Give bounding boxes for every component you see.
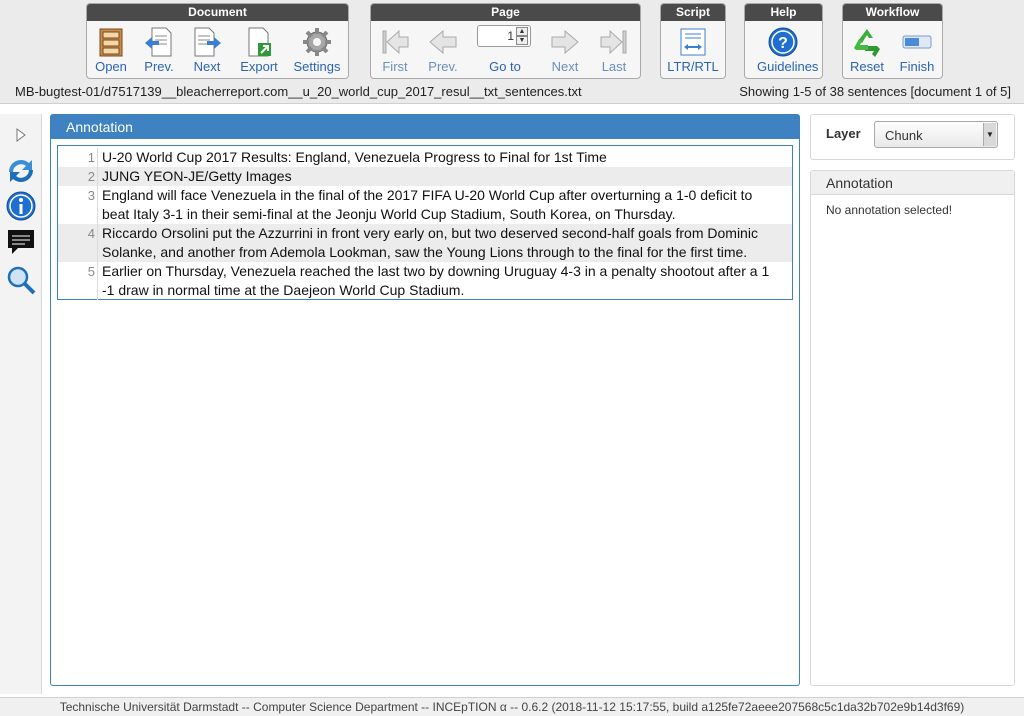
prev-page-button[interactable]: Prev.	[417, 24, 469, 78]
next-page-button[interactable]: Next	[539, 24, 591, 78]
text-direction-icon	[680, 28, 706, 56]
prev-document-button[interactable]: Prev.	[133, 24, 185, 78]
sentence-text[interactable]: Earlier on Thursday, Venezuela reached t…	[102, 262, 792, 300]
next-page-icon	[551, 29, 579, 55]
export-icon	[248, 27, 271, 57]
goto-label: Go to	[489, 59, 521, 74]
sentence-line: beat Italy 3-1 in their semi-final at th…	[102, 206, 676, 222]
export-button[interactable]: Export	[233, 24, 285, 78]
page-group: Page First Prev. 1 ▲ ▼ Go to Next Last	[370, 3, 641, 79]
reset-label: Reset	[850, 59, 884, 74]
expand-icon[interactable]	[5, 118, 37, 150]
layer-selected-value: Chunk	[885, 128, 923, 143]
sentence-text[interactable]: U-20 World Cup 2017 Results: England, Ve…	[102, 148, 792, 167]
sentence-line: JUNG YEON-JE/Getty Images	[102, 168, 292, 184]
sentence-number: 4	[58, 224, 98, 262]
search-icon[interactable]	[5, 264, 37, 296]
finish-icon	[902, 35, 932, 49]
help-icon: ?	[768, 27, 798, 57]
export-label: Export	[240, 59, 278, 74]
next-page-label: Next	[551, 59, 579, 74]
recycle-icon	[854, 29, 880, 57]
sentence-list[interactable]: 1 U-20 World Cup 2017 Results: England, …	[57, 145, 793, 300]
sentence-text[interactable]: Riccardo Orsolini put the Azzurrini in f…	[102, 224, 792, 262]
settings-label: Settings	[293, 59, 341, 74]
help-group: Help ? Guidelines	[744, 3, 823, 79]
sentence-line: Solanke, and another from Ademola Lookma…	[102, 244, 748, 260]
comment-icon[interactable]	[5, 226, 37, 258]
workflow-group-title: Workflow	[843, 4, 942, 21]
help-group-title: Help	[745, 4, 822, 21]
sentence-text[interactable]: JUNG YEON-JE/Getty Images	[102, 167, 792, 186]
guidelines-button[interactable]: ? Guidelines	[757, 24, 819, 78]
gear-icon	[303, 28, 331, 56]
annotation-detail-title: Annotation	[811, 171, 1014, 195]
sentence-row[interactable]: 3 England will face Venezuela in the fin…	[58, 186, 792, 224]
prev-page-icon	[429, 29, 457, 55]
layer-select[interactable]: Chunk ▼	[874, 121, 998, 148]
sentence-line: U-20 World Cup 2017 Results: England, Ve…	[102, 149, 607, 165]
document-group-title: Document	[87, 4, 348, 21]
sentence-line: Earlier on Thursday, Venezuela reached t…	[102, 263, 770, 279]
annotation-detail-panel: Annotation No annotation selected!	[810, 170, 1015, 686]
last-page-icon	[600, 29, 627, 55]
sentence-number: 1	[58, 148, 98, 167]
finish-button[interactable]: Finish	[891, 24, 943, 78]
ltr-rtl-label: LTR/RTL	[667, 59, 719, 74]
finish-label: Finish	[899, 59, 935, 74]
annotation-panel: Annotation 1 U-20 World Cup 2017 Results…	[50, 114, 800, 686]
sentence-range-status: Showing 1-5 of 38 sentences [document 1 …	[739, 84, 1011, 99]
sentence-text[interactable]: England will face Venezuela in the final…	[102, 186, 792, 224]
last-page-button[interactable]: Last	[588, 24, 640, 78]
first-page-label: First	[382, 59, 408, 74]
settings-button[interactable]: Settings	[291, 24, 343, 78]
first-page-icon	[382, 29, 409, 55]
document-path: MB-bugtest-01/d7517139__bleacherreport.c…	[15, 84, 582, 99]
prev-document-icon	[145, 27, 172, 57]
next-document-icon	[194, 27, 221, 57]
sentence-number: 3	[58, 186, 98, 224]
sync-icon[interactable]	[5, 154, 37, 186]
ltr-rtl-button[interactable]: LTR/RTL	[667, 24, 719, 78]
guidelines-label: Guidelines	[757, 59, 819, 74]
next-document-label: Next	[193, 59, 221, 74]
sentence-line: -1 draw in normal time at the Daejeon Wo…	[102, 282, 465, 298]
no-annotation-message: No annotation selected!	[826, 203, 953, 217]
last-page-label: Last	[601, 59, 627, 74]
sentence-row[interactable]: 5 Earlier on Thursday, Venezuela reached…	[58, 262, 792, 300]
footer: Technische Universität Darmstadt -- Comp…	[0, 697, 1024, 716]
layer-label: Layer	[826, 126, 861, 141]
sentence-row[interactable]: 4 Riccardo Orsolini put the Azzurrini in…	[58, 224, 792, 262]
chevron-down-icon[interactable]: ▼	[983, 123, 996, 146]
sentence-number: 2	[58, 167, 98, 186]
annotation-panel-title: Annotation	[51, 115, 799, 139]
prev-page-label: Prev.	[428, 59, 458, 74]
goto-page-button[interactable]: Go to	[479, 24, 531, 78]
workflow-group: Workflow Reset Finish	[842, 3, 943, 79]
reset-button[interactable]: Reset	[841, 24, 893, 78]
script-group-title: Script	[661, 4, 725, 21]
sentence-line: England will face Venezuela in the final…	[102, 187, 753, 203]
open-document-button[interactable]: Open	[85, 24, 137, 78]
first-page-button[interactable]: First	[369, 24, 421, 78]
cabinet-icon	[99, 28, 123, 57]
toolbar: Document Open Prev. Next Export Settings…	[0, 0, 1024, 104]
layer-panel: Layer Chunk ▼	[810, 114, 1015, 160]
sentence-row[interactable]: 1 U-20 World Cup 2017 Results: England, …	[58, 148, 792, 167]
page-group-title: Page	[371, 4, 640, 21]
script-group: Script LTR/RTL	[660, 3, 726, 79]
sentence-row[interactable]: 2 JUNG YEON-JE/Getty Images	[58, 167, 792, 186]
document-group: Document Open Prev. Next Export Settings	[86, 3, 349, 79]
next-document-button[interactable]: Next	[181, 24, 233, 78]
sentence-line: Riccardo Orsolini put the Azzurrini in f…	[102, 225, 758, 241]
svg-text:?: ?	[778, 35, 788, 52]
prev-document-label: Prev.	[144, 59, 174, 74]
left-sidebar	[0, 114, 42, 694]
info-icon[interactable]	[5, 190, 37, 222]
sentence-number: 5	[58, 262, 98, 300]
open-label: Open	[95, 59, 127, 74]
